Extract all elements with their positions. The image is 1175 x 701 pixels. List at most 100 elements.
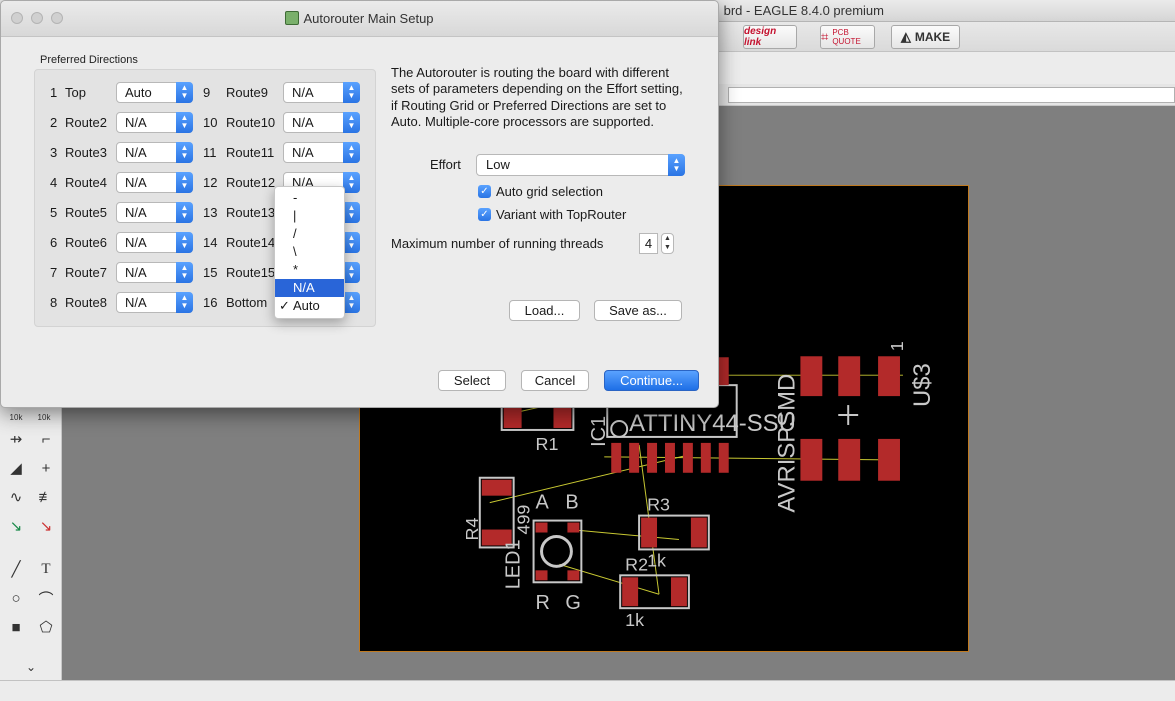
direction-select[interactable]: N/A ▲▼ <box>116 202 193 223</box>
layer-name: Route10 <box>226 115 276 130</box>
avrisp-label: AVRISPSMD <box>773 374 800 513</box>
layer-number: 1 <box>50 85 58 100</box>
direction-select[interactable]: Auto ▲▼ <box>116 82 193 103</box>
zoom-10k-b-icon[interactable]: 10k <box>33 406 55 428</box>
dropdown-option[interactable]: - <box>275 189 344 207</box>
rectangle-icon[interactable]: ■ <box>5 616 27 638</box>
command-input[interactable] <box>728 87 1175 103</box>
layer-number: 16 <box>203 295 218 310</box>
layer-number: 14 <box>203 235 218 250</box>
layer-name: Route5 <box>65 205 107 220</box>
route-airwire-icon[interactable]: ↘ <box>5 515 27 537</box>
cancel-button[interactable]: Cancel <box>521 370 589 391</box>
meander-icon[interactable]: ∿ <box>5 486 27 508</box>
direction-select[interactable]: N/A ▲▼ <box>116 292 193 313</box>
layer-number: 11 <box>203 145 217 160</box>
split-icon[interactable]: ⇸ <box>5 428 27 450</box>
pin1-label: 1 <box>887 341 907 351</box>
auto-grid-checkbox[interactable]: ✓ <box>478 185 491 198</box>
circle-icon[interactable]: ○ <box>5 587 27 609</box>
text-icon[interactable]: T <box>35 558 57 580</box>
ripup-icon[interactable]: ↘ <box>35 515 57 537</box>
arc-icon[interactable]: ⌒ <box>35 587 57 609</box>
select-button[interactable]: Select <box>438 370 506 391</box>
direction-select[interactable]: N/A ▲▼ <box>116 142 193 163</box>
variant-checkbox[interactable]: ✓ <box>478 208 491 221</box>
preferred-directions-label: Preferred Directions <box>40 54 138 66</box>
miter-icon[interactable]: ⌐ <box>35 428 57 450</box>
continue-button[interactable]: Continue... <box>604 370 699 391</box>
route-icon[interactable]: + <box>35 457 57 479</box>
attiny-label: ATTINY44-SSU <box>629 410 796 437</box>
autorouter-dialog: Autorouter Main Setup Preferred Directio… <box>0 0 719 408</box>
dropdown-option[interactable]: / <box>275 225 344 243</box>
r3-value: 1k <box>647 550 666 570</box>
direction-chevron-icon: ▲ ▼ <box>343 262 360 283</box>
dropdown-option[interactable]: | <box>275 207 344 225</box>
direction-select[interactable]: N/A ▲▼ <box>116 172 193 193</box>
more-tools-icon[interactable]: ⌄ <box>20 656 42 678</box>
layer-name: Route3 <box>65 145 107 160</box>
dropdown-option[interactable]: * <box>275 261 344 279</box>
direction-select[interactable]: N/A ▲▼ <box>283 142 360 163</box>
make-label: MAKE <box>914 30 951 44</box>
pcb-quote-button[interactable]: ⌗ PCB QUOTE <box>820 25 875 49</box>
effort-select[interactable]: Low ▲ ▼ <box>476 154 685 176</box>
dropdown-option[interactable]: \ <box>275 243 344 261</box>
direction-chevron-icon: ▲ ▼ <box>176 172 193 193</box>
layer-number: 12 <box>203 175 218 190</box>
make-button[interactable]: ◭ MAKE <box>891 25 960 49</box>
line-icon[interactable]: ╱ <box>5 558 27 580</box>
direction-chevron-icon: ▲ ▼ <box>176 202 193 223</box>
effort-chevron-icon: ▲ ▼ <box>668 154 685 176</box>
direction-chevron-icon: ▲ ▼ <box>343 292 360 313</box>
direction-value: N/A <box>125 295 147 310</box>
direction-chevron-icon: ▲ ▼ <box>176 82 193 103</box>
polygon-icon[interactable]: ⬠ <box>35 616 57 638</box>
layer-name: Route9 <box>226 85 268 100</box>
threads-input[interactable]: 4 <box>639 233 658 254</box>
auto-grid-checkbox-row[interactable]: ✓ Auto grid selection <box>478 184 603 199</box>
direction-select[interactable]: N/A ▲▼ <box>283 82 360 103</box>
layer-name: Bottom <box>226 295 268 310</box>
r1-label: R1 <box>536 434 559 454</box>
dialog-title: Autorouter Main Setup <box>303 11 434 26</box>
direction-chevron-icon: ▲ ▼ <box>343 172 360 193</box>
threads-stepper[interactable]: ▲ ▼ <box>661 233 674 254</box>
layer-name: Route6 <box>65 235 107 250</box>
layer-name: Route11 <box>226 145 275 160</box>
direction-value: N/A <box>125 115 147 130</box>
optimize-icon[interactable]: ◢ <box>5 457 27 479</box>
variant-checkbox-row[interactable]: ✓ Variant with TopRouter <box>478 207 626 222</box>
direction-select[interactable]: N/A ▲▼ <box>283 112 360 133</box>
dropdown-option-label: N/A <box>293 280 315 295</box>
direction-chevron-icon: ▲ ▼ <box>176 292 193 313</box>
dialog-titlebar: Autorouter Main Setup <box>1 1 718 37</box>
led1-label: LED1 <box>503 539 525 589</box>
zoom-10k-icon[interactable]: 10k <box>5 406 27 428</box>
layer-name: Route4 <box>65 175 107 190</box>
layer-name: Route2 <box>65 115 107 130</box>
dropdown-option[interactable]: N/A <box>275 279 344 297</box>
layer-name: Route7 <box>65 265 107 280</box>
save-as-button[interactable]: Save as... <box>594 300 682 321</box>
layer-name: Route15 <box>226 265 276 280</box>
direction-value: Auto <box>125 85 152 100</box>
design-link-button[interactable]: design link <box>743 25 797 49</box>
direction-value: N/A <box>125 145 147 160</box>
layer-number: 10 <box>203 115 218 130</box>
r4-value: 499 <box>514 505 534 535</box>
avrisp-pads <box>800 356 900 481</box>
pcb-quote-icon: ⌗ <box>821 29 829 44</box>
direction-select[interactable]: N/A ▲▼ <box>116 262 193 283</box>
dropdown-option[interactable]: ✓ Auto <box>275 297 344 315</box>
direction-chevron-icon: ▲ ▼ <box>176 232 193 253</box>
direction-select[interactable]: N/A ▲▼ <box>116 232 193 253</box>
led-a-label: A <box>536 492 550 514</box>
diff-pair-icon[interactable]: ≢ <box>35 486 57 508</box>
variant-label: Variant with TopRouter <box>496 207 627 222</box>
direction-chevron-icon: ▲ ▼ <box>343 142 360 163</box>
direction-select[interactable]: N/A ▲▼ <box>116 112 193 133</box>
effort-label: Effort <box>430 157 461 172</box>
load-button[interactable]: Load... <box>509 300 580 321</box>
